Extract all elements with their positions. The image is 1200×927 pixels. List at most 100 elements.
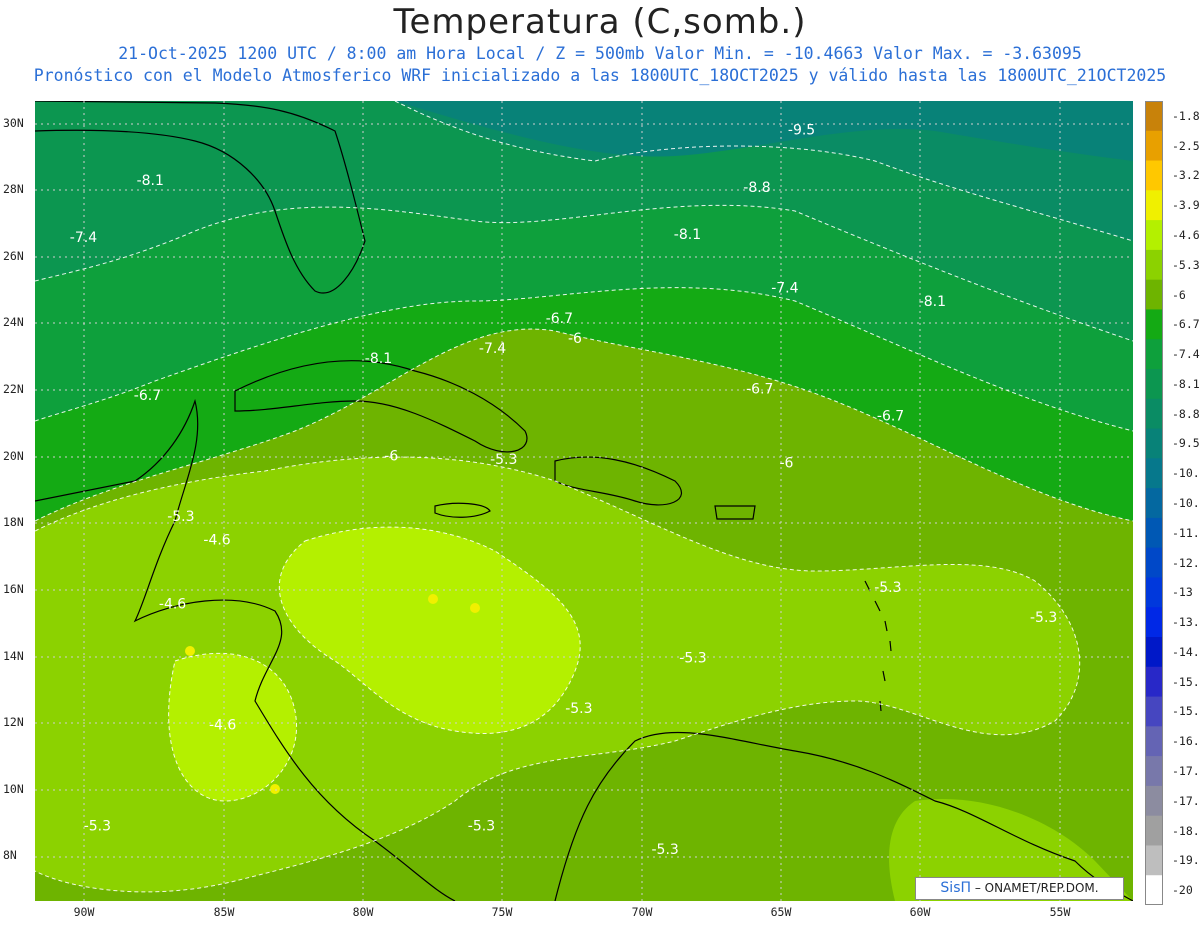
lat-label-24n: 24N xyxy=(3,315,24,329)
colorbar-label: -15.8 xyxy=(1172,704,1200,719)
colorbar-swatch xyxy=(1145,130,1163,162)
colorbar-label: -8.1 xyxy=(1172,376,1200,391)
contour-label: -5.3 xyxy=(1030,610,1057,626)
lat-label-10n: 10N xyxy=(3,782,24,796)
colorbar-swatch xyxy=(1145,696,1163,727)
lat-label-8n: 8N xyxy=(3,848,17,862)
colorbar-swatch xyxy=(1145,249,1163,281)
contour-label: -8.1 xyxy=(919,294,946,310)
lat-label-18n: 18N xyxy=(3,515,24,529)
lon-label-55w: 55W xyxy=(1049,905,1071,919)
map-subtitle-model: Pronóstico con el Modelo Atmosferico WRF… xyxy=(33,66,1167,85)
colorbar-label: -17.2 xyxy=(1172,764,1200,778)
colorbar-swatch xyxy=(1145,458,1163,489)
colorbar-label: -7.4 xyxy=(1172,347,1200,362)
colorbar-label: -12.3 xyxy=(1172,555,1200,570)
colorbar-label: -18.6 xyxy=(1172,823,1200,838)
colorbar-swatch xyxy=(1145,517,1163,549)
colorbar-swatch xyxy=(1145,488,1163,519)
lon-label-65w: 65W xyxy=(770,905,792,919)
contour-label: -7.4 xyxy=(771,281,798,297)
contour-label: -6.7 xyxy=(877,408,904,424)
colorbar-swatch xyxy=(1145,637,1163,668)
colorbar-label: -10.2 xyxy=(1172,466,1200,481)
colorbar-label: -4.6 xyxy=(1172,228,1200,242)
colorbar-swatch xyxy=(1145,101,1163,132)
colorbar-label: -14.4 xyxy=(1172,644,1200,659)
contour-label: -8.8 xyxy=(743,180,770,196)
lat-label-26n: 26N xyxy=(3,249,24,263)
lon-label-60w: 60W xyxy=(909,905,931,919)
contour-label: -6 xyxy=(384,449,398,465)
colorbar-label: -2.5 xyxy=(1172,138,1200,153)
colorbar-label: -17.9 xyxy=(1172,793,1200,808)
colorbar-label: -5.3 xyxy=(1172,257,1200,272)
lat-label-28n: 28N xyxy=(3,182,24,196)
colorbar-swatch xyxy=(1145,577,1163,608)
colorbar-swatch xyxy=(1145,547,1163,578)
contour-label: -5.3 xyxy=(874,580,901,596)
contour-label: -5.3 xyxy=(84,818,111,834)
colorbar-label: -8.8 xyxy=(1172,406,1200,421)
contour-label: -4.6 xyxy=(209,718,236,734)
contour-label: -5.3 xyxy=(652,842,679,858)
temperature-map: -9.5 -8.8 -8.1 -8.1 -8.1 -7.4 -7.4 -7.4 -8.1 -6.7… xyxy=(35,101,1133,901)
colorbar-label: -10.9 xyxy=(1172,496,1200,510)
colorbar-label: -9.5 xyxy=(1172,436,1200,451)
lon-label-75w: 75W xyxy=(491,905,513,919)
contour-label: -5.3 xyxy=(490,452,517,468)
map-subtitle-date: 21-Oct-2025 1200 UTC / 8:00 am Hora Loca… xyxy=(118,44,1082,63)
contour-label: -8.1 xyxy=(137,173,164,189)
contour-label: -4.6 xyxy=(203,533,230,549)
contour-label: -5.3 xyxy=(167,509,194,525)
colorbar-swatch xyxy=(1145,398,1163,430)
lat-label-12n: 12N xyxy=(3,715,24,729)
colorbar-swatch xyxy=(1145,220,1163,251)
sispi-logo: SisΠ xyxy=(940,880,972,896)
colorbar-label: -19.3 xyxy=(1172,853,1200,868)
colorbar-swatch xyxy=(1145,815,1163,846)
lon-label-90w: 90W xyxy=(73,905,95,919)
contour-label: -7.4 xyxy=(479,341,506,357)
contour-label: -7.4 xyxy=(70,230,97,246)
colorbar-label: -15.1 xyxy=(1172,674,1200,689)
contour-label: -6 xyxy=(568,331,582,347)
temperature-field xyxy=(35,101,1133,901)
colorbar-label: -13 xyxy=(1172,585,1193,600)
lon-label-85w: 85W xyxy=(213,905,235,919)
contour-label: -4.6 xyxy=(159,597,186,613)
colorbar-swatch xyxy=(1145,607,1163,638)
colorbar-label: -3.2 xyxy=(1172,168,1200,183)
colorbar-label: -16.5 xyxy=(1172,734,1200,749)
colorbar-swatch xyxy=(1145,428,1163,459)
colorbar-label: -6 xyxy=(1172,287,1186,302)
colorbar-label: -1.8 xyxy=(1172,108,1200,123)
colorbar-swatch xyxy=(1145,160,1163,191)
colorbar xyxy=(1145,101,1163,905)
colorbar-swatch xyxy=(1145,279,1163,310)
contour-label: -5.3 xyxy=(679,650,706,666)
contour-label: -5.3 xyxy=(468,818,495,834)
lat-label-14n: 14N xyxy=(3,649,24,663)
lat-label-22n: 22N xyxy=(3,382,24,396)
colorbar-swatch xyxy=(1145,666,1163,698)
colorbar-swatch xyxy=(1145,726,1163,757)
colorbar-label: -6.7 xyxy=(1172,317,1200,332)
contour-label: -8.1 xyxy=(365,351,392,367)
colorbar-swatch xyxy=(1145,190,1163,221)
contour-label: -6 xyxy=(780,455,794,471)
lat-label-20n: 20N xyxy=(3,449,24,463)
colorbar-label: -20 xyxy=(1172,883,1193,898)
contour-label: -5.3 xyxy=(565,701,592,717)
colorbar-swatch xyxy=(1145,845,1163,876)
colorbar-swatch xyxy=(1145,369,1163,400)
contour-label: -6.7 xyxy=(134,388,161,404)
credit-box: SisΠ – ONAMET/REP.DOM. xyxy=(915,877,1124,900)
contour-label: -6.7 xyxy=(546,311,573,327)
colorbar-label: -11.6 xyxy=(1172,525,1200,540)
credit-text: – ONAMET/REP.DOM. xyxy=(974,881,1099,895)
colorbar-label: -3.9 xyxy=(1172,198,1200,213)
lon-label-80w: 80W xyxy=(352,905,374,919)
colorbar-label: -13.7 xyxy=(1172,615,1200,630)
map-title: Temperatura (C,somb.) xyxy=(393,2,807,42)
